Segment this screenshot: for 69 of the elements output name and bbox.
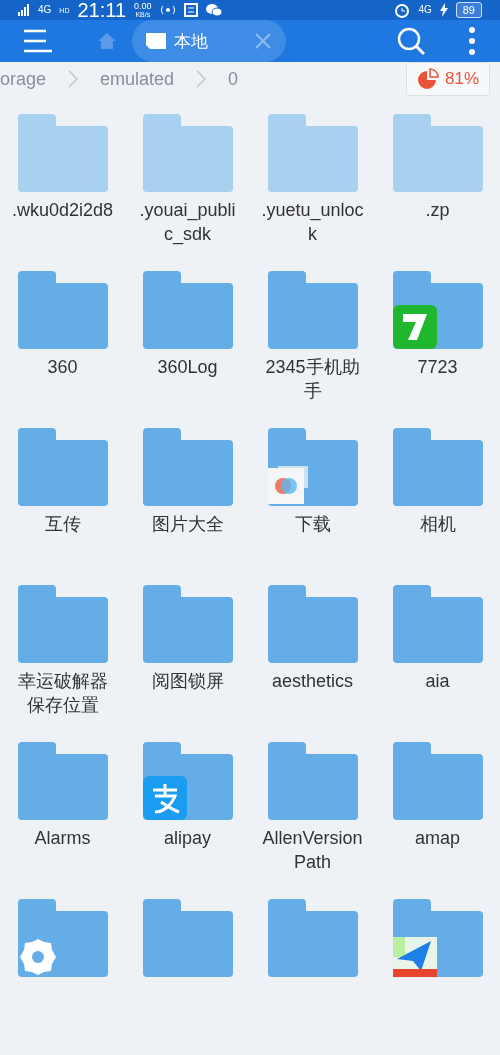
folder-name: 互传	[43, 513, 82, 536]
menu-button[interactable]	[24, 29, 52, 53]
folder-name: alipay	[163, 827, 212, 850]
pie-chart-icon	[416, 68, 439, 90]
folder-name: .yuetu_unlock	[260, 199, 365, 246]
chevron-icon	[196, 70, 207, 88]
network-type: 4G	[418, 5, 432, 15]
alipay-icon	[142, 776, 187, 820]
folder-icon[interactable]	[17, 114, 108, 192]
home-icon[interactable]	[98, 33, 116, 49]
folder-icon[interactable]	[392, 742, 483, 820]
folder-name: .zp	[424, 199, 451, 222]
folder-icon[interactable]	[142, 271, 233, 349]
location-tab[interactable]: 本地	[132, 20, 286, 62]
folder-name: .wku0d2i2d8	[10, 199, 115, 222]
chevron-icon	[68, 70, 79, 88]
clock: 21:11	[77, 0, 127, 20]
folder-icon[interactable]	[17, 428, 108, 506]
folder-name: 360Log	[156, 356, 219, 379]
app-icon	[267, 466, 308, 506]
charging-icon	[439, 3, 448, 17]
speed-value: 0.00	[134, 2, 152, 11]
folder-icon[interactable]	[142, 428, 233, 506]
folder-icon[interactable]	[392, 114, 483, 192]
folder-icon[interactable]	[267, 271, 358, 349]
folder-name: 360	[46, 356, 79, 379]
folder-icon[interactable]	[142, 114, 233, 192]
folder-name: 阅图锁屏	[150, 670, 225, 693]
app-notification-icon	[183, 3, 198, 17]
search-button[interactable]	[396, 26, 426, 56]
more-button[interactable]	[468, 26, 476, 56]
sd-card-icon	[146, 32, 166, 50]
signal-icon	[18, 4, 30, 16]
battery-level: 89	[455, 2, 482, 18]
folder-icon[interactable]	[17, 585, 108, 663]
close-icon	[254, 32, 272, 50]
network-type: 4G	[38, 5, 52, 15]
gear-icon	[17, 937, 58, 977]
folder-icon[interactable]	[142, 585, 233, 663]
folder-name: Alarms	[33, 827, 92, 850]
folder-name: 2345手机助手	[264, 356, 361, 403]
folder-name: 7723	[416, 356, 459, 379]
folder-name: amap	[414, 827, 461, 850]
app-icon	[392, 305, 437, 349]
folder-icon[interactable]	[142, 899, 233, 977]
folder-icon[interactable]	[267, 899, 358, 977]
app-icon	[392, 937, 437, 977]
hotspot-icon	[159, 4, 176, 16]
folder-icon[interactable]	[392, 585, 483, 663]
folder-icon[interactable]	[267, 585, 358, 663]
folder-icon[interactable]	[17, 271, 108, 349]
folder-name: .youai_public_sdk	[138, 199, 237, 246]
folder-icon[interactable]	[267, 742, 358, 820]
folder-name: aia	[424, 670, 451, 693]
folder-name: aesthetics	[270, 670, 354, 693]
folder-icon[interactable]	[17, 742, 108, 820]
folder-name: 图片大全	[150, 513, 225, 536]
folder-name: 下载	[293, 513, 332, 536]
folder-icon[interactable]	[392, 428, 483, 506]
storage-usage-button[interactable]: 81%	[405, 62, 490, 96]
alarm-icon	[394, 2, 411, 18]
breadcrumb-item[interactable]: 0	[206, 68, 261, 90]
folder-name: 幸运破解器保存位置	[16, 670, 109, 717]
breadcrumb-item[interactable]: emulated	[78, 68, 197, 90]
folder-name: 相机	[418, 513, 457, 536]
folder-name: AllenVersionPath	[261, 827, 364, 874]
folder-icon[interactable]	[267, 114, 358, 192]
breadcrumb-item[interactable]: orage	[0, 68, 69, 90]
chat-icon	[205, 3, 222, 17]
